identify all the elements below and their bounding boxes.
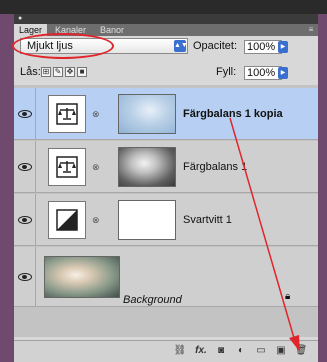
new-layer-icon[interactable]: ▣ (274, 345, 288, 357)
layer-name[interactable]: Svartvitt 1 (183, 213, 232, 227)
eye-icon (18, 216, 32, 224)
group-icon[interactable]: ▭ (254, 345, 268, 357)
eye-icon (18, 110, 32, 118)
color-balance-icon (48, 148, 86, 186)
layer-mask-thumbnail[interactable] (118, 200, 176, 240)
lock-position-icon[interactable]: ✥ (65, 67, 75, 77)
fx-icon[interactable]: fx. (193, 345, 209, 357)
panel-collapse-icon[interactable]: ● (18, 15, 24, 22)
panel-titlebar[interactable] (14, 14, 318, 24)
annotation-ellipse (12, 33, 114, 59)
window-background-left (0, 0, 14, 362)
link-icon[interactable]: ⊗ (92, 162, 100, 172)
fill-label: Fyll: (216, 66, 237, 78)
link-icon[interactable]: ⊗ (92, 109, 100, 119)
lock-label: Lås: (20, 66, 41, 78)
adjustment-icon[interactable]: ◐ (234, 345, 248, 357)
eye-icon (18, 163, 32, 171)
window-background-right (318, 0, 327, 362)
layer-mask-thumbnail[interactable] (118, 147, 176, 187)
mask-icon[interactable]: ◙ (214, 345, 228, 357)
visibility-toggle[interactable] (14, 247, 36, 307)
opacity-input[interactable]: 100% (244, 40, 282, 54)
visibility-toggle[interactable] (14, 194, 36, 246)
fill-slider-arrow-icon[interactable]: ▶ (278, 67, 288, 79)
window-background-top (0, 0, 327, 14)
lock-all-icon[interactable]: ■ (77, 67, 87, 77)
layer-name[interactable]: Färgbalans 1 kopia (183, 107, 283, 121)
trash-icon[interactable]: 🗑︎ (294, 345, 308, 357)
fill-input[interactable]: 100% (244, 66, 282, 80)
opacity-slider-arrow-icon[interactable]: ▶ (278, 41, 288, 53)
visibility-toggle[interactable] (14, 141, 36, 193)
eye-icon (18, 273, 32, 281)
lock-transparent-pixels-icon[interactable]: ⊞ (41, 67, 51, 77)
layer-name[interactable]: Background (123, 293, 182, 307)
lock-image-pixels-icon[interactable]: ✎ (53, 67, 63, 77)
link-icon[interactable]: ⊗ (92, 215, 100, 225)
layer-mask-thumbnail[interactable] (118, 94, 176, 134)
layer-name[interactable]: Färgbalans 1 (183, 160, 247, 174)
link-icon[interactable]: ⛓ (172, 345, 188, 357)
panel-menu-icon[interactable]: ≡ (306, 24, 316, 36)
background-thumbnail[interactable] (44, 256, 120, 298)
visibility-toggle[interactable] (14, 88, 36, 140)
black-white-icon (48, 201, 86, 239)
lock-icon: 🔒︎ (285, 291, 291, 302)
opacity-label: Opacitet: (193, 40, 238, 52)
tab-paths[interactable]: Banor (95, 24, 129, 36)
color-balance-icon (48, 95, 86, 133)
layers-toolbar (14, 340, 318, 362)
chevron-updown-icon: ▲▼ (174, 40, 188, 52)
